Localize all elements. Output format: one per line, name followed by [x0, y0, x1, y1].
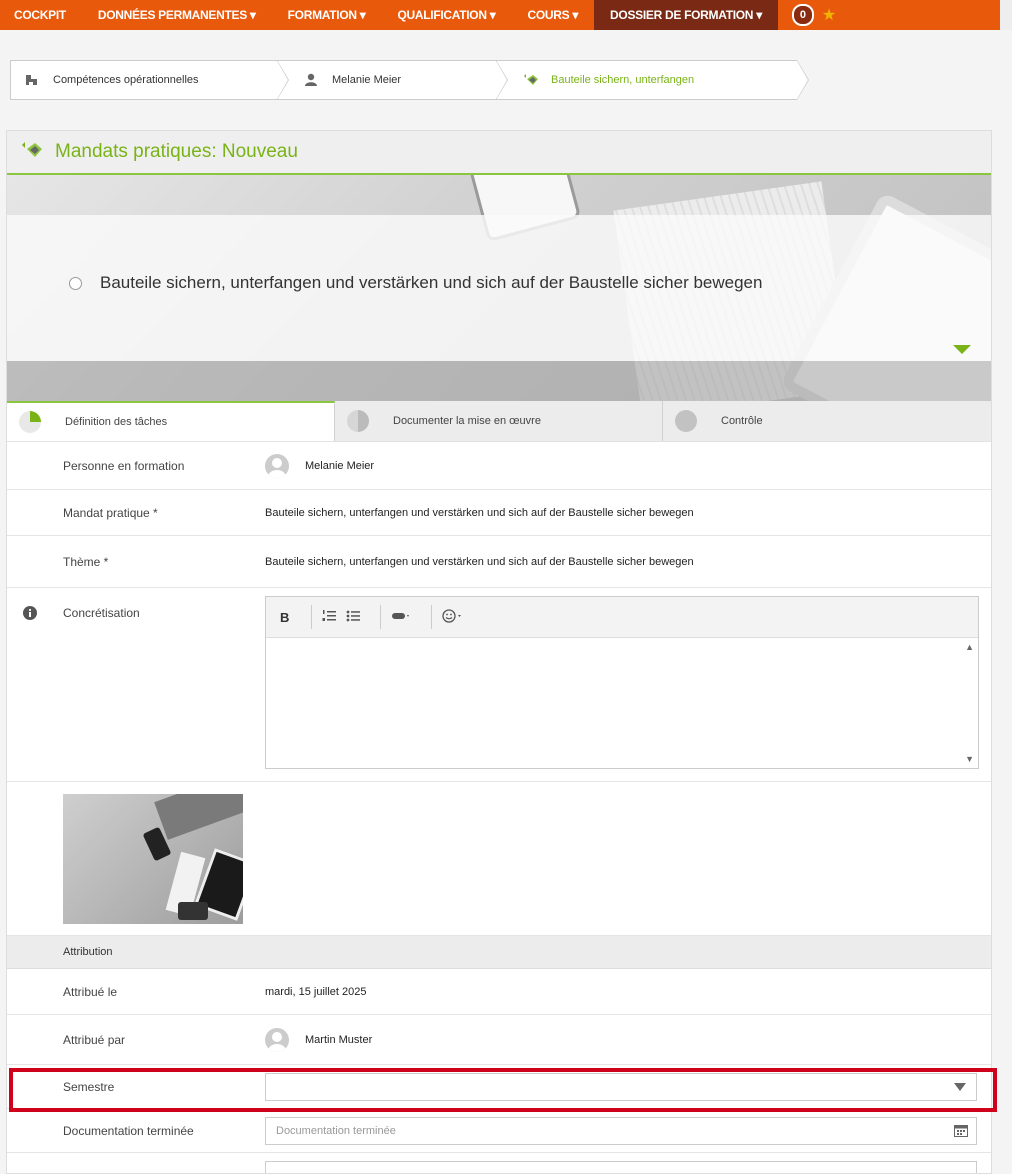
progress-pie-icon — [347, 410, 369, 432]
row-concretisation: Concrétisation B ▲ ▼ — [7, 588, 991, 782]
editor-box: B ▲ ▼ — [265, 596, 979, 769]
nav-donnees-permanentes[interactable]: DONNÉES PERMANENTES ▾ — [82, 0, 272, 30]
hero-strip — [7, 361, 991, 401]
mandate-value: Bauteile sichern, unterfangen und verstä… — [265, 506, 694, 519]
calendar-icon[interactable] — [954, 1124, 968, 1140]
doc-done-input[interactable]: Documentation terminée — [265, 1116, 977, 1145]
avatar — [265, 1027, 289, 1052]
toolbar-divider — [431, 605, 433, 629]
row-doc-done: Documentation terminée Documentation ter… — [7, 1109, 991, 1153]
next-input[interactable] — [265, 1161, 977, 1173]
notification-badge[interactable]: 0 — [791, 4, 814, 26]
mandate-panel: Mandats pratiques: Nouveau Bauteile sich… — [6, 130, 992, 1174]
toolbar-divider — [380, 605, 382, 629]
competence-icon — [25, 73, 39, 87]
panel-header: Mandats pratiques: Nouveau — [7, 131, 991, 175]
nav-formation[interactable]: FORMATION ▾ — [272, 0, 382, 30]
breadcrumb: Compétences opérationnelles Melanie Meie… — [10, 60, 809, 100]
tab-label: Documenter la mise en œuvre — [393, 415, 541, 427]
task-option[interactable]: Bauteile sichern, unterfangen und verstä… — [69, 273, 762, 293]
semester-select[interactable] — [265, 1072, 977, 1101]
assigned-by-value: Martin Muster — [265, 1027, 373, 1052]
field-label: Documentation terminée — [63, 1123, 194, 1138]
top-navigation: COCKPIT DONNÉES PERMANENTES ▾ FORMATION … — [0, 0, 1012, 30]
toolbar-divider — [311, 605, 313, 629]
emoji-icon[interactable] — [442, 608, 464, 626]
page-title: Mandats pratiques: Nouveau — [55, 141, 298, 162]
assigned-on-value: mardi, 15 juillet 2025 — [265, 985, 367, 998]
nav-dossier-de-formation[interactable]: DOSSIER DE FORMATION ▾ — [594, 0, 778, 30]
link-icon[interactable] — [391, 610, 411, 624]
field-label: Attribué par — [63, 1032, 126, 1047]
row-trainee: Personne en formation Melanie Meier — [7, 442, 991, 490]
tab-definition-des-taches[interactable]: Définition des tâches — [7, 401, 335, 441]
star-icon[interactable]: ★ — [822, 5, 836, 25]
hand-icon — [523, 73, 538, 87]
tab-label: Contrôle — [721, 415, 763, 427]
scroll-down-icon[interactable]: ▼ — [965, 754, 974, 764]
task-radio[interactable] — [69, 276, 82, 290]
tab-documenter[interactable]: Documenter la mise en œuvre — [335, 401, 663, 441]
tab-controle[interactable]: Contrôle — [663, 401, 991, 441]
tab-label: Définition des tâches — [65, 416, 168, 428]
row-theme: Thème * Bauteile sichern, unterfangen un… — [7, 536, 991, 588]
row-semester: Semestre — [7, 1065, 991, 1109]
row-mandate: Mandat pratique * Bauteile sichern, unte… — [7, 490, 991, 536]
mandate-image — [63, 794, 243, 924]
assigner-name: Martin Muster — [305, 1033, 373, 1046]
breadcrumb-trainee[interactable]: Melanie Meier — [277, 60, 508, 100]
hand-icon — [21, 141, 43, 164]
field-label: Mandat pratique * — [63, 505, 158, 520]
doc-done-placeholder: Documentation terminée — [276, 1124, 396, 1137]
breadcrumb-mandate[interactable]: Bauteile sichern, unterfangen — [496, 60, 809, 100]
theme-value: Bauteile sichern, unterfangen und verstä… — [265, 555, 694, 568]
section-attribution: Attribution — [7, 936, 991, 969]
task-label: Bauteile sichern, unterfangen und verstä… — [100, 273, 763, 292]
bullet-list-icon[interactable] — [346, 610, 361, 625]
ordered-list-icon[interactable] — [322, 609, 337, 625]
row-assigned-by: Attribué par Martin Muster — [7, 1015, 991, 1065]
nav-qualification[interactable]: QUALIFICATION ▾ — [381, 0, 511, 30]
progress-pie-icon — [675, 410, 697, 432]
editor-text-area[interactable]: ▲ ▼ — [266, 638, 978, 768]
user-icon — [304, 73, 318, 87]
breadcrumb-label: Compétences opérationnelles — [53, 74, 199, 86]
field-label: Attribué le — [63, 984, 118, 999]
avatar — [265, 453, 289, 478]
bold-button[interactable]: B — [280, 610, 289, 625]
rich-text-editor: B ▲ ▼ — [265, 596, 979, 769]
laptop-shape — [154, 794, 243, 840]
scroll-up-icon[interactable]: ▲ — [965, 642, 974, 652]
nav-cockpit[interactable]: COCKPIT — [0, 0, 82, 30]
chevron-down-icon[interactable] — [954, 1082, 966, 1091]
field-label: Concrétisation — [63, 606, 140, 620]
hero-banner: Bauteile sichern, unterfangen und verstä… — [7, 175, 991, 401]
trainee-name: Melanie Meier — [305, 459, 375, 472]
breadcrumb-label: Melanie Meier — [332, 74, 402, 86]
progress-pie-icon — [19, 411, 41, 433]
breadcrumb-label: Bauteile sichern, unterfangen — [551, 74, 695, 86]
camera-shape — [178, 902, 208, 920]
trainee-value: Melanie Meier — [265, 453, 375, 478]
field-label: Semestre — [63, 1079, 115, 1094]
nav-cours[interactable]: COURS ▾ — [511, 0, 594, 30]
field-label: Personne en formation — [63, 458, 185, 473]
row-image — [7, 782, 991, 936]
row-assigned-on: Attribué le mardi, 15 juillet 2025 — [7, 969, 991, 1015]
info-icon[interactable] — [23, 606, 37, 623]
row-next — [7, 1153, 991, 1173]
nav-edge — [1000, 0, 1012, 30]
expand-arrow-icon[interactable] — [953, 345, 971, 354]
field-label: Thème * — [63, 554, 109, 569]
editor-toolbar: B — [266, 597, 978, 638]
breadcrumb-competences[interactable]: Compétences opérationnelles — [10, 60, 289, 100]
workspace-photo — [63, 794, 243, 924]
tab-bar: Définition des tâches Documenter la mise… — [7, 401, 991, 442]
